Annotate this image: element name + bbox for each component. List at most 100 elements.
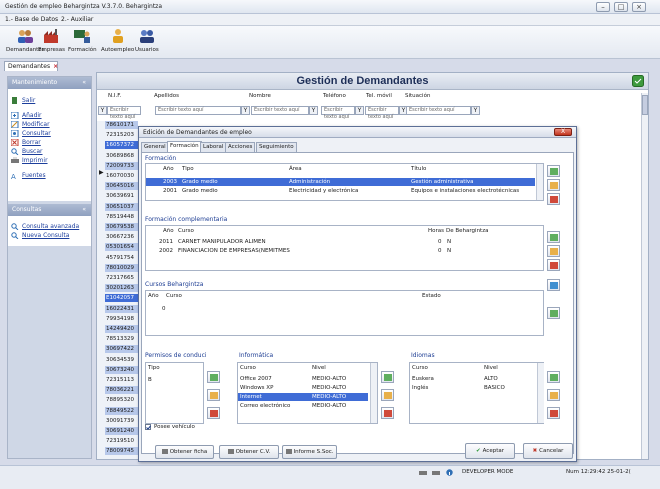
table-row[interactable]: 78849522: [105, 406, 138, 415]
scroll-thumb[interactable]: [642, 95, 648, 115]
filter-icon[interactable]: Y: [98, 106, 107, 115]
table-row[interactable]: 78610171: [105, 121, 138, 129]
table-row[interactable]: 2003 Grado medio Administración Gestión …: [146, 178, 535, 186]
sidebar-item-buscar[interactable]: Buscar: [11, 147, 88, 156]
filter-situacion-input[interactable]: Escribir texto aquí: [406, 106, 471, 115]
col-tel-movil[interactable]: Tel. móvil: [366, 93, 392, 99]
informatica-vscroll[interactable]: [370, 363, 377, 423]
close-window-button[interactable]: ×: [632, 2, 646, 12]
filter-nombre-input[interactable]: Escribir texto aquí: [251, 106, 309, 115]
maximize-button[interactable]: □: [614, 2, 628, 12]
table-row[interactable]: 16070030: [105, 172, 138, 180]
filter-icon[interactable]: Y: [309, 106, 318, 115]
table-row[interactable]: 30673240: [105, 365, 138, 374]
delete-idioma-button[interactable]: [547, 407, 560, 419]
toolbar-empresas-button[interactable]: Empresas: [38, 28, 65, 53]
menu-base-datos[interactable]: 1.- Base de Datos: [5, 16, 58, 23]
table-row[interactable]: 30645016: [105, 182, 138, 191]
sidebar-item-modificar[interactable]: Modificar: [11, 120, 88, 129]
table-row[interactable]: Internet MEDIO-ALTO: [238, 393, 368, 401]
table-row[interactable]: 14249420: [105, 325, 138, 333]
table-row[interactable]: 30697422: [105, 345, 138, 354]
delete-formacion-button[interactable]: [547, 193, 560, 205]
table-row[interactable]: 78519448: [105, 213, 138, 221]
table-row[interactable]: 30691240: [105, 427, 138, 435]
view-curso-button[interactable]: [547, 307, 560, 319]
edit-informatica-button[interactable]: [381, 389, 394, 401]
table-row[interactable]: Windows XP MEDIO-ALTO: [238, 384, 368, 392]
toolbar-autoempleo-button[interactable]: Autoempleo: [101, 28, 134, 53]
table-row[interactable]: 78513329: [105, 335, 138, 343]
table-row[interactable]: 05301654: [105, 243, 138, 252]
table-row[interactable]: E1042057: [105, 294, 138, 303]
delete-complementaria-button[interactable]: [547, 259, 560, 271]
minimize-button[interactable]: –: [596, 2, 610, 12]
edit-formacion-button[interactable]: [547, 179, 560, 191]
filter-movil-input[interactable]: Escribir texto aquí: [365, 106, 399, 120]
sidebar-item-nueva-consulta[interactable]: Nueva Consulta: [11, 231, 88, 240]
tab-general[interactable]: General: [141, 142, 169, 152]
col-telefono[interactable]: Teléfono: [323, 93, 346, 99]
sidebar-item-fuentes[interactable]: A Fuentes: [11, 171, 88, 180]
table-row[interactable]: 79934198: [105, 315, 138, 323]
sidebar-item-imprimir[interactable]: Imprimir: [11, 156, 88, 165]
tab-seguimiento[interactable]: Seguimiento: [256, 142, 297, 152]
sidebar-item-consulta-avanzada[interactable]: Consulta avanzada: [11, 222, 88, 231]
obtener-ficha-button[interactable]: Obtener ficha: [155, 445, 214, 459]
close-icon[interactable]: ×: [53, 63, 58, 70]
table-row[interactable]: 72317665: [105, 274, 138, 282]
table-row[interactable]: 2011 CARNET MANIPULADOR ALIMEN 0 N: [146, 238, 535, 246]
add-permiso-button[interactable]: [207, 371, 220, 383]
table-row[interactable]: 0: [146, 305, 535, 313]
table-row[interactable]: 30091739: [105, 417, 138, 425]
aceptar-button[interactable]: ✔ Aceptar: [465, 443, 515, 459]
table-row[interactable]: 72315113: [105, 376, 138, 384]
table-row[interactable]: 30639691: [105, 192, 138, 200]
table-row[interactable]: 2001 Grado medio Electricidad y electrón…: [146, 187, 535, 195]
filter-telefono-input[interactable]: Escribir texto aquí: [321, 106, 355, 120]
dialog-close-button[interactable]: X: [554, 128, 572, 136]
edit-complementaria-button[interactable]: [547, 245, 560, 257]
edit-idioma-button[interactable]: [547, 389, 560, 401]
table-row[interactable]: 45791754: [105, 254, 138, 262]
col-nif[interactable]: N.I.F.: [108, 93, 121, 99]
shield-icon[interactable]: [632, 75, 644, 87]
filter-nif-input[interactable]: Escribir texto aquí: [107, 106, 141, 120]
table-row[interactable]: 30679538: [105, 223, 138, 231]
table-row[interactable]: 78009745: [105, 447, 138, 456]
table-row[interactable]: 16022431: [105, 304, 138, 313]
table-row[interactable]: 30634539: [105, 356, 138, 364]
informe-ssoc-button[interactable]: Informe S.Soc.: [282, 445, 337, 459]
table-row[interactable]: 16057372: [105, 141, 138, 150]
filter-icon[interactable]: Y: [471, 106, 480, 115]
add-formacion-button[interactable]: [547, 165, 560, 177]
edit-permiso-button[interactable]: [207, 389, 220, 401]
sidebar-consultas-header[interactable]: Consultas «: [8, 204, 91, 216]
table-row[interactable]: B: [146, 376, 204, 384]
toolbar-formacion-button[interactable]: Formación: [68, 28, 97, 53]
table-row[interactable]: 30201263: [105, 284, 138, 293]
sidebar-mantenimiento-header[interactable]: Mantenimiento «: [8, 77, 91, 89]
table-row[interactable]: Inglés BASICO: [410, 384, 536, 392]
table-row[interactable]: Correo electrónico MEDIO-ALTO: [238, 402, 368, 410]
col-situacion[interactable]: Situación: [405, 93, 430, 99]
refresh-button[interactable]: [547, 279, 560, 291]
filter-icon[interactable]: Y: [355, 106, 364, 115]
delete-informatica-button[interactable]: [381, 407, 394, 419]
col-nombre[interactable]: Nombre: [249, 93, 271, 99]
chevron-up-icon[interactable]: «: [82, 79, 86, 86]
filter-apellidos-input[interactable]: Escribir texto aquí: [155, 106, 241, 115]
formacion-vscroll[interactable]: [536, 164, 543, 200]
table-row[interactable]: Office 2007 MEDIO-ALTO: [238, 375, 368, 383]
table-row[interactable]: 72009733: [105, 161, 138, 170]
table-row[interactable]: 30667236: [105, 233, 138, 241]
filter-icon[interactable]: Y: [241, 106, 250, 115]
toolbar-usuarios-button[interactable]: Usuarios: [135, 28, 159, 53]
table-row[interactable]: 30651037: [105, 202, 138, 211]
table-row[interactable]: 72319510: [105, 437, 138, 445]
sidebar-item-borrar[interactable]: Borrar: [11, 138, 88, 147]
table-row[interactable]: 72315203: [105, 131, 138, 139]
tab-acciones[interactable]: Acciones: [225, 142, 256, 152]
table-row[interactable]: 78895320: [105, 396, 138, 404]
tab-laboral[interactable]: Laboral: [200, 142, 227, 152]
